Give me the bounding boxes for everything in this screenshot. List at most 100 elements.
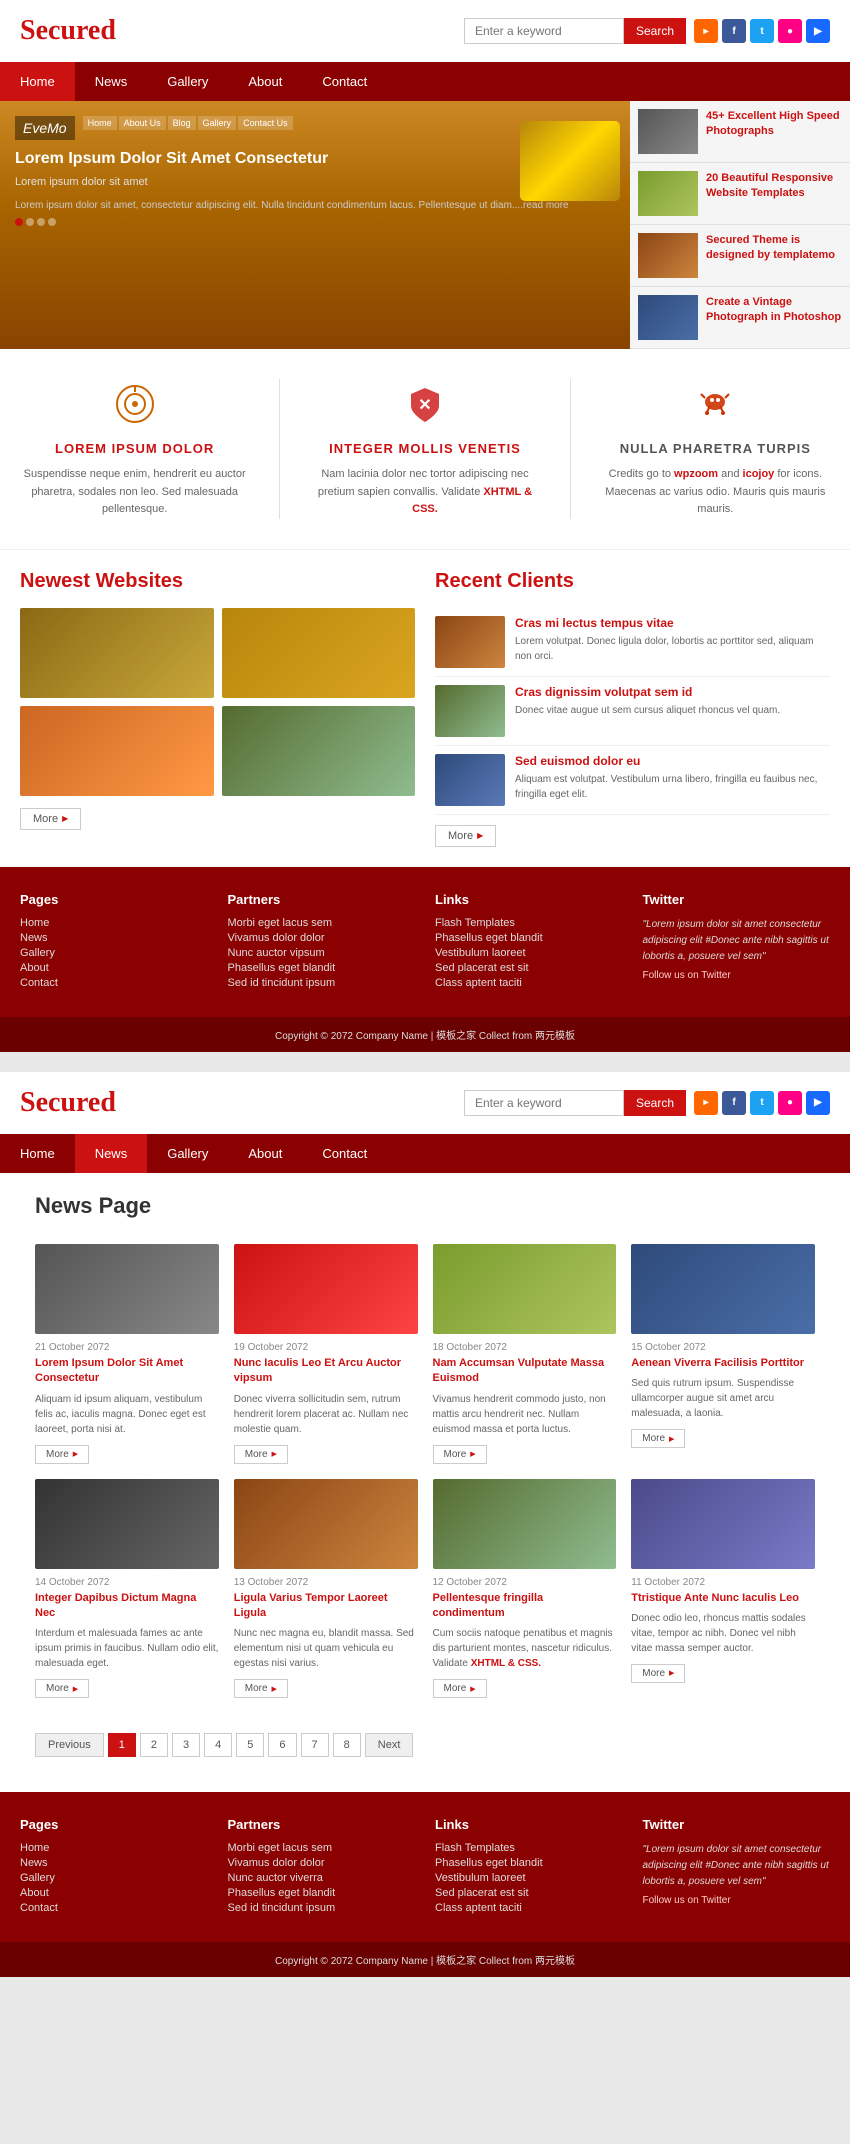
- nav2-home[interactable]: Home: [0, 1134, 75, 1173]
- news-title-2[interactable]: Nunc Iaculis Leo Et Arcu Auctor vipsum: [234, 1356, 418, 1387]
- footer-page-contact-1[interactable]: Contact: [20, 977, 208, 989]
- hero-side-link-1[interactable]: 45+ Excellent High Speed Photographs: [706, 110, 840, 137]
- news-more-3[interactable]: More: [433, 1445, 487, 1464]
- news-title-8[interactable]: Ttristique Ante Nunc Iaculis Leo: [631, 1591, 815, 1606]
- footer2-partner-3[interactable]: Nunc auctor viverra: [228, 1872, 416, 1884]
- footer-twitter-follow-2[interactable]: Follow us on Twitter: [643, 1895, 831, 1906]
- search-button-2[interactable]: Search: [624, 1090, 686, 1116]
- news-more-1[interactable]: More: [35, 1445, 89, 1464]
- footer2-page-news[interactable]: News: [20, 1857, 208, 1869]
- hero-mini-home[interactable]: Home: [83, 116, 117, 130]
- wpzoom-link[interactable]: wpzoom: [674, 468, 718, 480]
- footer2-link-5[interactable]: Class aptent taciti: [435, 1902, 623, 1914]
- footer-page-news-1[interactable]: News: [20, 932, 208, 944]
- footer-partner-1-4[interactable]: Phasellus eget blandit: [228, 962, 416, 974]
- footer-link-1-2[interactable]: Phasellus eget blandit: [435, 932, 623, 944]
- twitter-icon[interactable]: t: [750, 19, 774, 43]
- dot-4[interactable]: [48, 218, 56, 226]
- footer-link-1-3[interactable]: Vestibulum laoreet: [435, 947, 623, 959]
- footer-link-1-5[interactable]: Class aptent taciti: [435, 977, 623, 989]
- flickr-icon-2[interactable]: ●: [778, 1091, 802, 1115]
- footer2-page-about[interactable]: About: [20, 1887, 208, 1899]
- footer2-partner-1[interactable]: Morbi eget lacus sem: [228, 1842, 416, 1854]
- flickr-icon[interactable]: ●: [778, 19, 802, 43]
- dot-1[interactable]: [15, 218, 23, 226]
- facebook-icon-2[interactable]: f: [722, 1091, 746, 1115]
- footer-partner-1-3[interactable]: Nunc auctor vipsum: [228, 947, 416, 959]
- footer2-link-1[interactable]: Flash Templates: [435, 1842, 623, 1854]
- footer-page-about-1[interactable]: About: [20, 962, 208, 974]
- hero-mini-about[interactable]: About Us: [119, 116, 166, 130]
- footer-link-1-4[interactable]: Sed placerat est sit: [435, 962, 623, 974]
- search-input-2[interactable]: [464, 1090, 624, 1116]
- facebook-icon[interactable]: f: [722, 19, 746, 43]
- page-btn-2[interactable]: 2: [140, 1733, 168, 1757]
- hero-side-link-3[interactable]: Secured Theme is designed by templatemo: [706, 234, 835, 261]
- footer2-partner-2[interactable]: Vivamus dolor dolor: [228, 1857, 416, 1869]
- footer2-partner-5[interactable]: Sed id tincidunt ipsum: [228, 1902, 416, 1914]
- footer2-partner-4[interactable]: Phasellus eget blandit: [228, 1887, 416, 1899]
- footer2-page-gallery[interactable]: Gallery: [20, 1872, 208, 1884]
- nav2-gallery[interactable]: Gallery: [147, 1134, 228, 1173]
- footer-page-gallery-1[interactable]: Gallery: [20, 947, 208, 959]
- search-input[interactable]: [464, 18, 624, 44]
- news-more-7[interactable]: More: [433, 1679, 487, 1698]
- rss-icon[interactable]: ▸: [694, 19, 718, 43]
- dot-3[interactable]: [37, 218, 45, 226]
- footer-partner-1-5[interactable]: Sed id tincidunt ipsum: [228, 977, 416, 989]
- news-title-3[interactable]: Nam Accumsan Vulputate Massa Euismod: [433, 1356, 617, 1387]
- youtube-icon-2[interactable]: ▶: [806, 1091, 830, 1115]
- hero-mini-contact[interactable]: Contact Us: [238, 116, 293, 130]
- nav-gallery[interactable]: Gallery: [147, 62, 228, 101]
- newest-more-btn[interactable]: More: [20, 808, 81, 830]
- footer-partner-1-1[interactable]: Morbi eget lacus sem: [228, 917, 416, 929]
- news-title-5[interactable]: Integer Dapibus Dictum Magna Nec: [35, 1591, 219, 1622]
- footer2-page-home[interactable]: Home: [20, 1842, 208, 1854]
- footer2-page-contact[interactable]: Contact: [20, 1902, 208, 1914]
- page-btn-1[interactable]: 1: [108, 1733, 136, 1757]
- nav-news[interactable]: News: [75, 62, 148, 101]
- twitter-icon-2[interactable]: t: [750, 1091, 774, 1115]
- youtube-icon[interactable]: ▶: [806, 19, 830, 43]
- news-more-8[interactable]: More: [631, 1664, 685, 1683]
- client-title-1[interactable]: Cras mi lectus tempus vitae: [515, 616, 830, 630]
- search-button[interactable]: Search: [624, 18, 686, 44]
- hero-side-link-2[interactable]: 20 Beautiful Responsive Website Template…: [706, 172, 833, 199]
- clients-more-btn[interactable]: More: [435, 825, 496, 847]
- page-btn-4[interactable]: 4: [204, 1733, 232, 1757]
- feature-2-xhtml-link[interactable]: XHTML & CSS.: [412, 486, 532, 516]
- footer-twitter-follow-1[interactable]: Follow us on Twitter: [643, 970, 831, 981]
- nav-contact[interactable]: Contact: [302, 62, 387, 101]
- dot-2[interactable]: [26, 218, 34, 226]
- next-page-btn[interactable]: Next: [365, 1733, 414, 1757]
- page-btn-7[interactable]: 7: [301, 1733, 329, 1757]
- footer2-link-4[interactable]: Sed placerat est sit: [435, 1887, 623, 1899]
- hero-mini-blog[interactable]: Blog: [168, 116, 196, 130]
- page-btn-8[interactable]: 8: [333, 1733, 361, 1757]
- rss-icon-2[interactable]: ▸: [694, 1091, 718, 1115]
- hero-mini-gallery[interactable]: Gallery: [198, 116, 237, 130]
- footer-page-home-1[interactable]: Home: [20, 917, 208, 929]
- footer-link-1-1[interactable]: Flash Templates: [435, 917, 623, 929]
- nav-about[interactable]: About: [228, 62, 302, 101]
- footer2-link-2[interactable]: Phasellus eget blandit: [435, 1857, 623, 1869]
- footer-partner-1-2[interactable]: Vivamus dolor dolor: [228, 932, 416, 944]
- nav2-contact[interactable]: Contact: [302, 1134, 387, 1173]
- page-btn-3[interactable]: 3: [172, 1733, 200, 1757]
- prev-page-btn[interactable]: Previous: [35, 1733, 104, 1757]
- footer2-link-3[interactable]: Vestibulum laoreet: [435, 1872, 623, 1884]
- news-more-4[interactable]: More: [631, 1429, 685, 1448]
- news-more-2[interactable]: More: [234, 1445, 288, 1464]
- xhtml-link-7[interactable]: XHTML & CSS.: [471, 1658, 541, 1669]
- news-title-4[interactable]: Aenean Viverra Facilisis Porttitor: [631, 1356, 815, 1371]
- icojoy-link[interactable]: icojoy: [743, 468, 775, 480]
- nav2-news[interactable]: News: [75, 1134, 148, 1173]
- hero-side-link-4[interactable]: Create a Vintage Photograph in Photoshop: [706, 296, 841, 323]
- news-title-1[interactable]: Lorem Ipsum Dolor Sit Amet Consectetur: [35, 1356, 219, 1387]
- client-title-3[interactable]: Sed euismod dolor eu: [515, 754, 830, 768]
- page-btn-6[interactable]: 6: [268, 1733, 296, 1757]
- nav-home[interactable]: Home: [0, 62, 75, 101]
- news-title-7[interactable]: Pellentesque fringilla condimentum: [433, 1591, 617, 1622]
- nav2-about[interactable]: About: [228, 1134, 302, 1173]
- page-btn-5[interactable]: 5: [236, 1733, 264, 1757]
